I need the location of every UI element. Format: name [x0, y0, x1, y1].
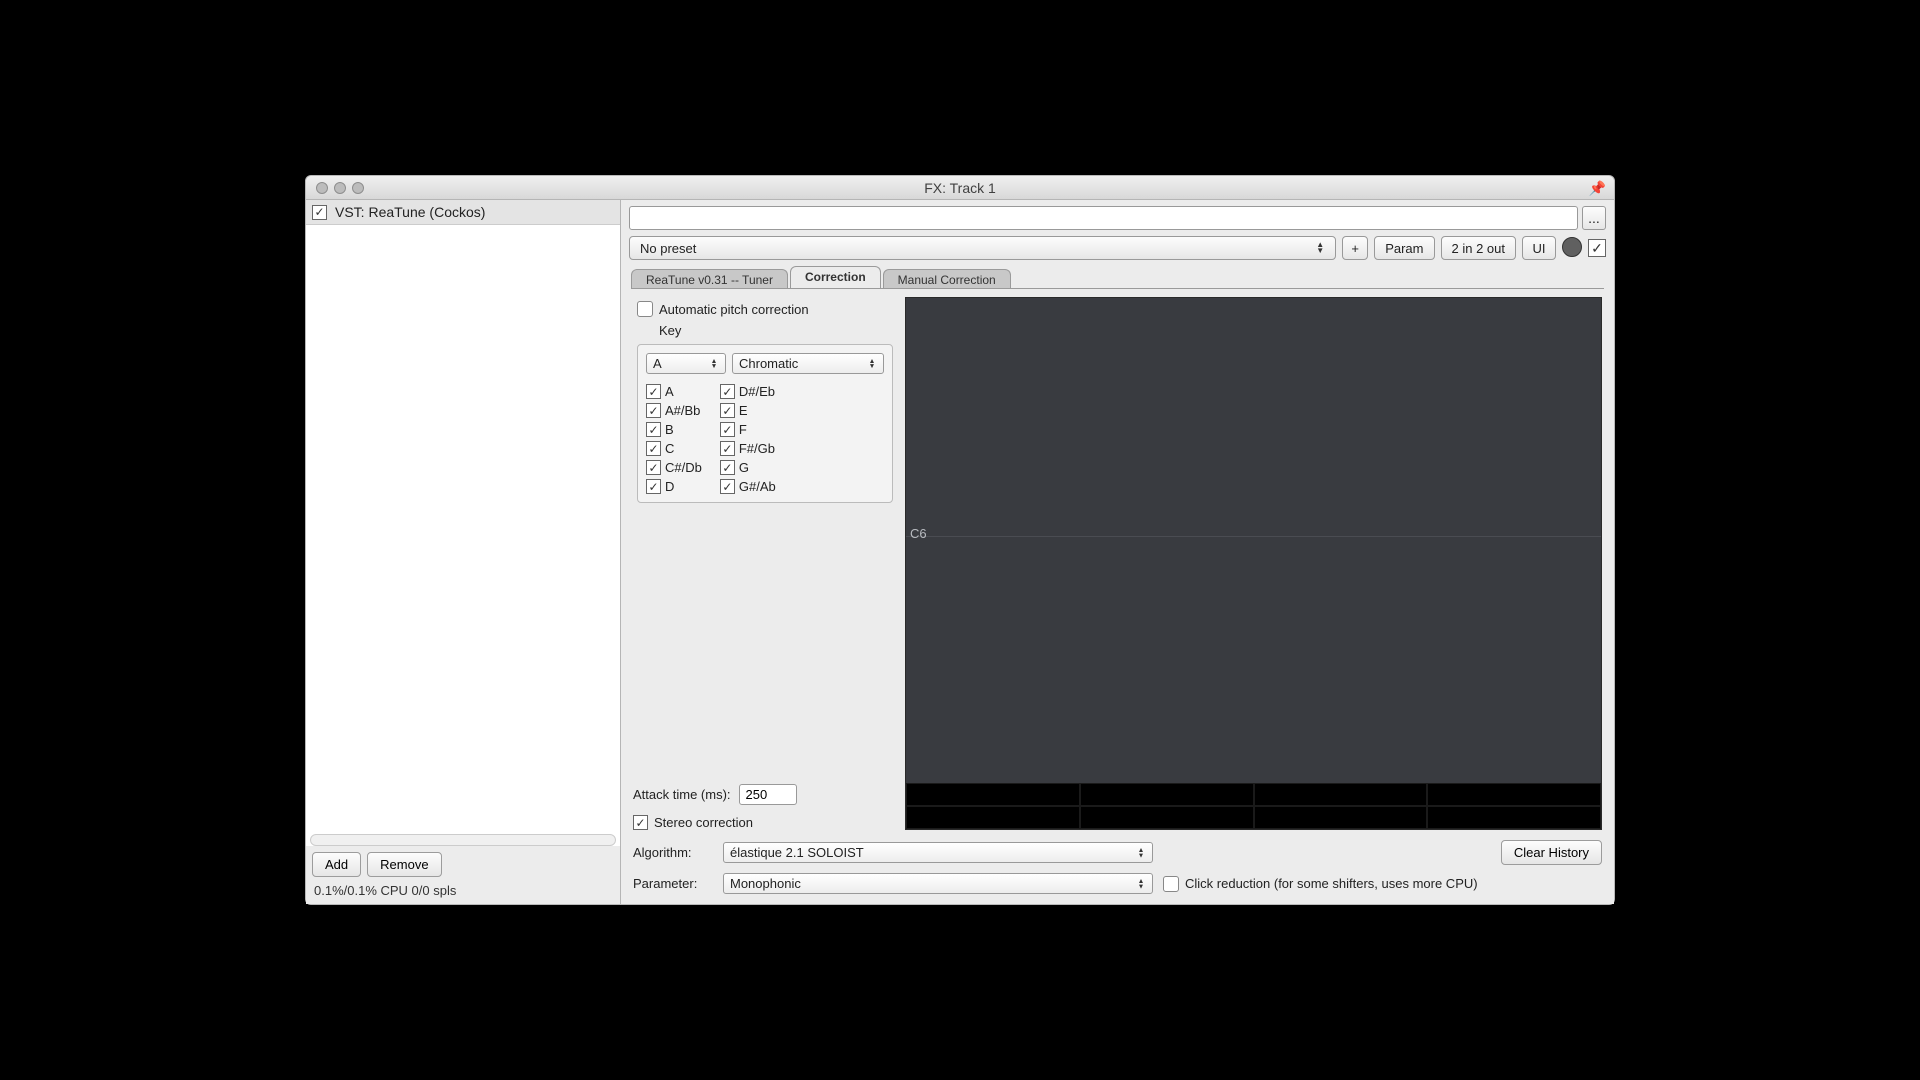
ui-button[interactable]: UI: [1522, 236, 1556, 260]
wet-knob[interactable]: [1562, 237, 1582, 257]
note-checkbox[interactable]: [720, 460, 735, 475]
stereo-label: Stereo correction: [654, 815, 753, 830]
click-reduction-label: Click reduction (for some shifters, uses…: [1185, 876, 1478, 891]
parameter-select[interactable]: Monophonic: [723, 873, 1153, 894]
note-checkbox[interactable]: [646, 384, 661, 399]
key-label: Key: [633, 323, 897, 338]
bypass-checkbox[interactable]: [1588, 239, 1606, 257]
note-checkbox[interactable]: [646, 422, 661, 437]
fx-list-item[interactable]: VST: ReaTune (Cockos): [306, 200, 620, 225]
note-checkbox[interactable]: [720, 384, 735, 399]
param-button[interactable]: Param: [1374, 236, 1434, 260]
note-label: B: [665, 422, 674, 437]
stepper-icon: [868, 358, 877, 368]
note-label: D#/Eb: [739, 384, 775, 399]
note-checkbox-row: G: [720, 460, 776, 475]
display-footer-grid: [906, 783, 1601, 829]
note-label: A: [665, 384, 674, 399]
note-label: A#/Bb: [665, 403, 700, 418]
note-checkbox[interactable]: [720, 422, 735, 437]
display-gridline: [906, 536, 1601, 537]
preset-select[interactable]: No preset: [629, 236, 1336, 260]
fx-title-input[interactable]: [629, 206, 1578, 230]
tab-bar: ReaTune v0.31 -- Tuner Correction Manual…: [621, 266, 1614, 288]
note-checkbox[interactable]: [720, 403, 735, 418]
stereo-checkbox[interactable]: [633, 815, 648, 830]
note-checkbox[interactable]: [646, 479, 661, 494]
note-label: C: [665, 441, 674, 456]
preset-label: No preset: [640, 241, 696, 256]
algorithm-select[interactable]: élastique 2.1 SOLOIST: [723, 842, 1153, 863]
tab-manual[interactable]: Manual Correction: [883, 269, 1011, 288]
note-checkbox[interactable]: [720, 441, 735, 456]
note-checkbox-row: C: [646, 441, 702, 456]
cpu-status: 0.1%/0.1% CPU 0/0 spls: [312, 883, 614, 898]
note-checkbox[interactable]: [720, 479, 735, 494]
note-checkbox[interactable]: [646, 403, 661, 418]
io-button[interactable]: 2 in 2 out: [1441, 236, 1517, 260]
algorithm-label: Algorithm:: [633, 845, 713, 860]
note-checkbox-row: D#/Eb: [720, 384, 776, 399]
add-fx-button[interactable]: Add: [312, 852, 361, 877]
auto-pitch-checkbox[interactable]: [637, 301, 653, 317]
window-title: FX: Track 1: [306, 180, 1614, 196]
fx-list-area[interactable]: [306, 225, 620, 834]
correction-controls: Automatic pitch correction Key A Chromat…: [633, 297, 897, 830]
add-preset-button[interactable]: +: [1342, 236, 1368, 260]
clear-history-button[interactable]: Clear History: [1501, 840, 1602, 865]
note-checkbox-row: B: [646, 422, 702, 437]
note-label: F#/Gb: [739, 441, 775, 456]
pin-icon[interactable]: 📌: [1589, 180, 1606, 197]
attack-label: Attack time (ms):: [633, 787, 731, 802]
stepper-icon: [1137, 847, 1146, 857]
display-note-label: C6: [910, 526, 927, 541]
titlebar: FX: Track 1 📌: [306, 176, 1614, 200]
main-panel: ... No preset + Param 2 in 2 out UI ReaT…: [621, 200, 1614, 904]
auto-pitch-label: Automatic pitch correction: [659, 302, 809, 317]
note-checkbox-row: C#/Db: [646, 460, 702, 475]
sidebar-scrollbar[interactable]: [310, 834, 616, 846]
note-label: D: [665, 479, 674, 494]
note-checkbox-row: A#/Bb: [646, 403, 702, 418]
note-checkbox[interactable]: [646, 460, 661, 475]
note-checkbox-row: A: [646, 384, 702, 399]
click-reduction-checkbox[interactable]: [1163, 876, 1179, 892]
fx-name: VST: ReaTune (Cockos): [335, 204, 485, 220]
note-checkbox-row: G#/Ab: [720, 479, 776, 494]
fx-sidebar: VST: ReaTune (Cockos) Add Remove 0.1%/0.…: [306, 200, 621, 904]
pitch-display: C6: [905, 297, 1602, 830]
note-checkbox-row: D: [646, 479, 702, 494]
note-checkbox-row: F: [720, 422, 776, 437]
attack-input[interactable]: [739, 784, 797, 805]
note-label: G: [739, 460, 749, 475]
note-label: E: [739, 403, 748, 418]
parameter-label: Parameter:: [633, 876, 713, 891]
note-checkbox[interactable]: [646, 441, 661, 456]
note-checkbox-row: F#/Gb: [720, 441, 776, 456]
fx-window: FX: Track 1 📌 VST: ReaTune (Cockos) Add …: [305, 175, 1615, 905]
note-label: C#/Db: [665, 460, 702, 475]
stepper-icon: [1137, 878, 1146, 888]
stepper-icon: [1315, 242, 1325, 254]
note-label: F: [739, 422, 747, 437]
fx-enable-checkbox[interactable]: [312, 205, 327, 220]
key-scale-select[interactable]: Chromatic: [732, 353, 884, 374]
stepper-icon: [710, 358, 719, 368]
note-checkbox-row: E: [720, 403, 776, 418]
fx-more-button[interactable]: ...: [1582, 206, 1606, 230]
tab-tuner[interactable]: ReaTune v0.31 -- Tuner: [631, 269, 788, 288]
key-root-select[interactable]: A: [646, 353, 726, 374]
tab-correction[interactable]: Correction: [790, 266, 881, 288]
note-label: G#/Ab: [739, 479, 776, 494]
remove-fx-button[interactable]: Remove: [367, 852, 441, 877]
